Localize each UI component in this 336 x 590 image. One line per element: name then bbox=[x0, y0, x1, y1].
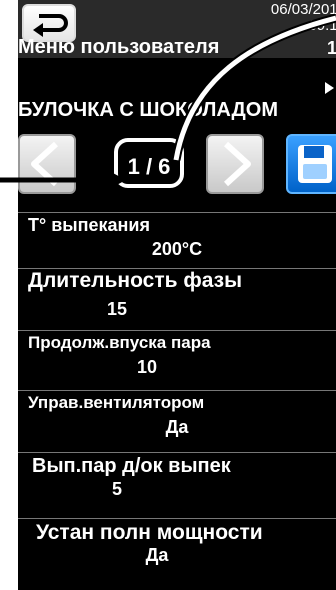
param-value: 15 bbox=[106, 299, 128, 319]
prev-phase-button[interactable] bbox=[18, 134, 76, 194]
phase-navigation: 1 / 6 bbox=[18, 134, 336, 198]
param-steam-duration[interactable]: Продолж.впуска пара 10 bbox=[18, 330, 336, 389]
next-phase-button[interactable] bbox=[206, 134, 264, 194]
param-label: Продолж.впуска пара bbox=[28, 333, 211, 352]
param-value: 5 bbox=[111, 479, 122, 499]
param-fan-control[interactable]: Управ.вентилятором Да bbox=[18, 390, 336, 449]
param-baking-temperature[interactable]: T° выпекания 200°C bbox=[18, 212, 336, 271]
time-text: 09:13 bbox=[308, 17, 336, 34]
param-value: 10 bbox=[136, 357, 158, 377]
back-arrow-icon bbox=[33, 14, 68, 37]
play-icon[interactable] bbox=[325, 82, 334, 94]
save-button[interactable] bbox=[286, 134, 336, 194]
param-label: Управ.вентилятором bbox=[28, 393, 205, 412]
floppy-disk-icon bbox=[298, 145, 332, 183]
param-label: T° выпекания bbox=[28, 215, 150, 235]
top-bar: 06/03/2013 09:13 Меню пользователя 1/ bbox=[18, 0, 336, 58]
chevron-right-icon bbox=[223, 141, 251, 187]
param-label: Устан полн мощности bbox=[36, 521, 263, 544]
menu-page-count: 1/ bbox=[326, 38, 336, 58]
param-value: 200°C bbox=[151, 239, 203, 259]
param-full-power[interactable]: Устан полн мощности Да bbox=[18, 518, 336, 577]
chevron-left-icon bbox=[31, 141, 59, 187]
date-time: 06/03/2013 09:13 bbox=[271, 2, 336, 34]
device-screen: 06/03/2013 09:13 Меню пользователя 1/ БУ… bbox=[18, 0, 336, 590]
menu-title: Меню пользователя bbox=[18, 36, 220, 58]
param-steam-exhaust[interactable]: Вып.пар д/ок выпек 5 bbox=[18, 452, 336, 511]
param-value: Да bbox=[145, 545, 169, 565]
param-value: Да bbox=[165, 417, 189, 437]
recipe-name: БУЛОЧКА С ШОКОЛАДОМ bbox=[18, 96, 336, 124]
param-phase-duration[interactable]: Длительность фазы 15 bbox=[18, 268, 336, 327]
param-label: Вып.пар д/ок выпек bbox=[32, 455, 231, 477]
param-label: Длительность фазы bbox=[28, 269, 243, 292]
date-text: 06/03/2013 bbox=[270, 1, 336, 18]
phase-indicator: 1 / 6 bbox=[114, 138, 184, 188]
